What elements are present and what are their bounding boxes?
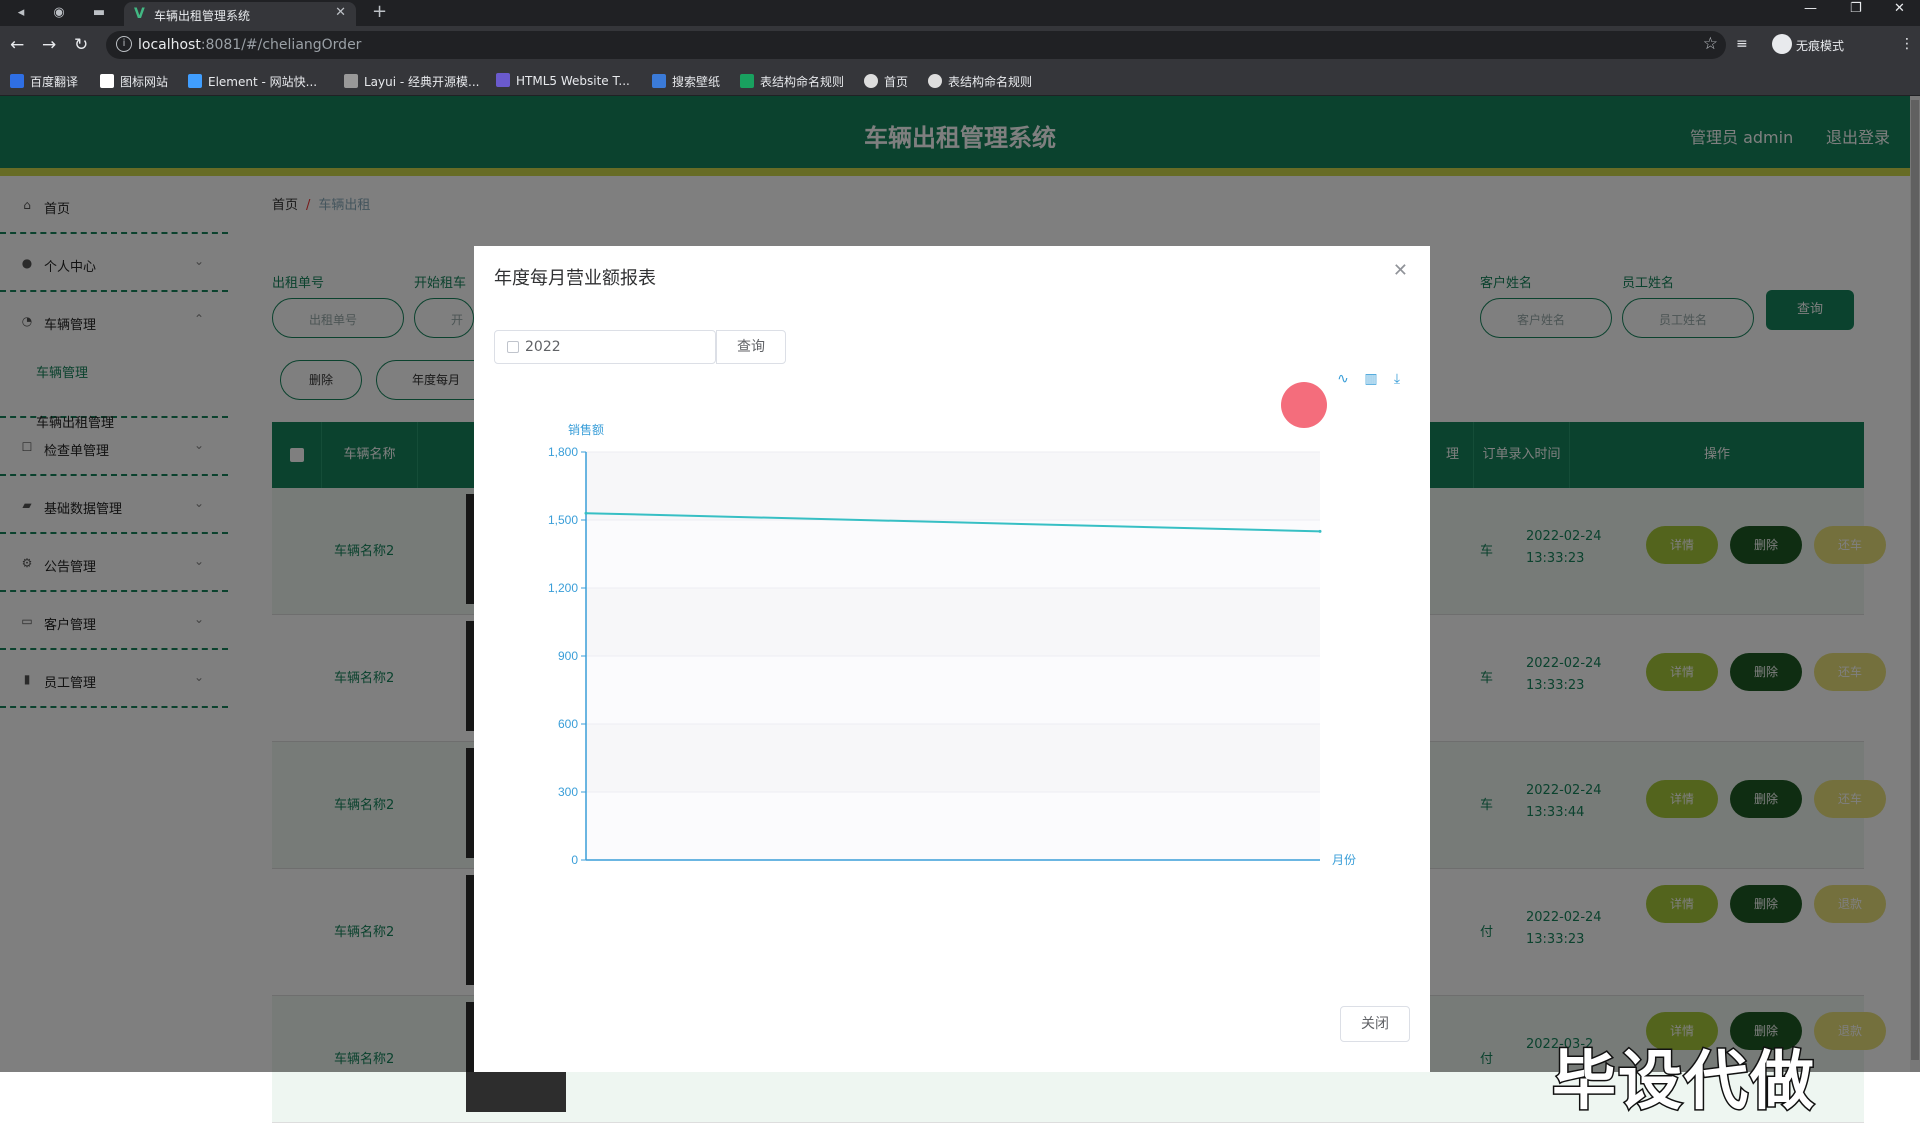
back-icon[interactable]: ← <box>10 35 24 55</box>
bookmark-item[interactable]: 百度翻译 <box>10 73 78 90</box>
minimize-button[interactable]: — <box>1804 1 1817 16</box>
url-host: localhost <box>138 37 201 53</box>
y-tick-label: 1,800 <box>548 445 578 459</box>
speaker-icon[interactable]: ◂ <box>12 4 30 22</box>
bookmark-icon <box>10 74 24 88</box>
reading-list-icon[interactable]: ≡ <box>1736 36 1748 52</box>
info-icon[interactable]: i <box>116 36 132 52</box>
y-tick-label: 600 <box>558 717 578 731</box>
address-toolbar: ← → ↻ i localhost:8081/#/cheliangOrder ☆… <box>0 26 1920 64</box>
year-value: 2022 <box>525 339 561 355</box>
bookmark-item[interactable]: 首页 <box>864 73 908 90</box>
bookmark-label: 表结构命名规则 <box>948 75 1033 89</box>
url-text: localhost:8081/#/cheliangOrder <box>138 37 361 53</box>
bookmark-item[interactable]: Layui - 经典开源模... <box>344 73 479 90</box>
y-tick-label: 1,200 <box>548 581 578 595</box>
bookmark-star-icon[interactable]: ☆ <box>1703 34 1718 54</box>
grid-band <box>586 452 1320 520</box>
bookmark-icon <box>100 74 114 88</box>
x-axis-label: 月份 <box>1332 853 1356 866</box>
tab-strip-icon[interactable]: ▬ <box>90 4 108 22</box>
cursor-highlight <box>1281 382 1327 428</box>
data-point <box>1318 529 1322 533</box>
url-path: :8081/#/cheliangOrder <box>200 37 362 53</box>
close-tab-icon[interactable]: ✕ <box>335 5 346 20</box>
incognito-label: 无痕模式 <box>1796 39 1845 53</box>
bookmark-label: HTML5 Website T... <box>516 74 630 88</box>
y-tick-label: 900 <box>558 649 578 663</box>
tab-title: 车辆出租管理系统 <box>154 9 251 23</box>
watermark-text: 毕设代做 <box>1551 1044 1816 1121</box>
calendar-icon <box>507 341 519 353</box>
grid-band <box>586 656 1320 724</box>
bookmark-label: 首页 <box>884 75 909 89</box>
bookmark-label: 百度翻译 <box>30 75 79 89</box>
bookmark-icon <box>740 74 754 88</box>
bookmark-label: 表结构命名规则 <box>760 75 845 89</box>
bookmark-item[interactable]: HTML5 Website T... <box>496 73 630 88</box>
bookmark-label: Layui - 经典开源模... <box>364 75 480 89</box>
grid-band <box>586 520 1320 588</box>
bookmark-label: 搜索壁纸 <box>672 75 721 89</box>
dialog-close-button[interactable]: 关闭 <box>1340 1006 1410 1042</box>
y-axis-label: 销售额 <box>568 422 604 437</box>
year-picker[interactable]: 2022 <box>494 330 716 364</box>
bookmark-item[interactable]: Element - 网站快... <box>188 73 317 90</box>
bookmark-label: 图标网站 <box>120 75 169 89</box>
y-tick-label: 1,500 <box>548 513 578 527</box>
bookmark-icon <box>344 74 358 88</box>
y-tick-label: 0 <box>571 853 578 866</box>
bookmark-icon <box>652 74 666 88</box>
bookmark-icon <box>496 73 510 87</box>
bookmark-item[interactable]: 表结构命名规则 <box>740 73 844 90</box>
bookmark-icon <box>928 74 942 88</box>
bookmark-icon <box>188 74 202 88</box>
vue-logo-icon: V <box>134 6 145 22</box>
bookmark-item[interactable]: 表结构命名规则 <box>928 73 1032 90</box>
url-bar[interactable]: i localhost:8081/#/cheliangOrder ☆ <box>106 31 1726 59</box>
dialog-title: 年度每月营业额报表 <box>494 268 656 289</box>
restore-button[interactable]: ❐ <box>1850 1 1862 16</box>
browser-tab[interactable]: V 车辆出租管理系统 ✕ <box>124 2 356 26</box>
close-icon[interactable]: ✕ <box>1393 260 1408 281</box>
dialog-query-button[interactable]: 查询 <box>716 330 786 364</box>
incognito-avatar-icon[interactable] <box>1772 34 1792 54</box>
reload-icon[interactable]: ↻ <box>74 35 88 55</box>
bookmark-item[interactable]: 搜索壁纸 <box>652 73 720 90</box>
y-tick-label: 300 <box>558 785 578 799</box>
menu-dots-icon[interactable]: ⋮ <box>1900 36 1914 52</box>
browser-tab-bar: ◂ ◉ ▬ V 车辆出租管理系统 ✕ + — ❐ ✕ <box>0 0 1920 26</box>
bookmark-item[interactable]: 图标网站 <box>100 73 168 90</box>
forward-icon[interactable]: → <box>42 35 56 55</box>
grid-band <box>586 588 1320 656</box>
bookmarks-bar: 百度翻译 图标网站 Element - 网站快... Layui - 经典开源模… <box>0 64 1920 96</box>
grid-band <box>586 724 1320 792</box>
app: 车辆出租管理系统 管理员 admin 退出登录 ⌂首页 ●个人中心⌄ ◔车辆管理… <box>0 96 1920 1123</box>
globe-icon[interactable]: ◉ <box>50 4 68 22</box>
revenue-line-chart: 03006009001,2001,5001,800销售额月份2022-02202… <box>548 422 1356 866</box>
bookmark-icon <box>864 74 878 88</box>
report-dialog: 年度每月营业额报表 ✕ 2022 查询 ∿ ▥ ⤓ 0 300 600 900 1,20… <box>474 246 1430 1072</box>
grid-band <box>586 792 1320 860</box>
bookmark-label: Element - 网站快... <box>208 75 318 89</box>
close-window-button[interactable]: ✕ <box>1894 1 1905 16</box>
new-tab-button[interactable]: + <box>372 1 387 22</box>
data-point <box>584 511 588 515</box>
